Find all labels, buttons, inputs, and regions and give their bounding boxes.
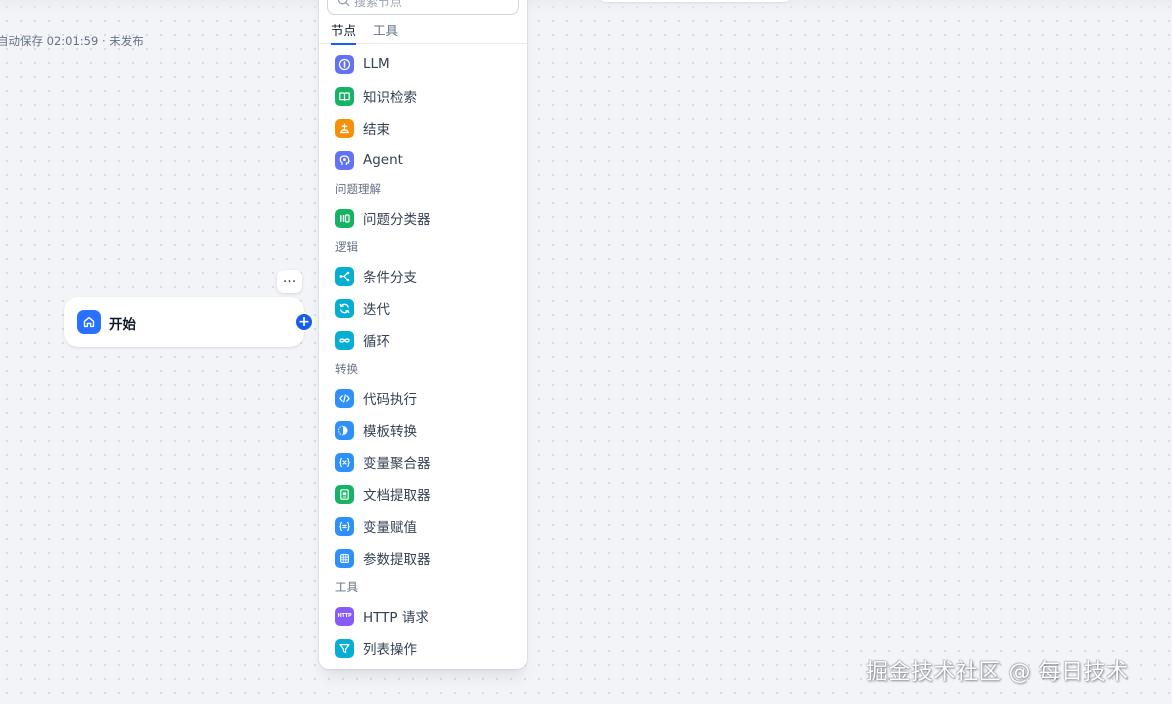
node-item-label: 参数提取器 bbox=[363, 552, 431, 568]
agent-icon bbox=[335, 150, 354, 170]
tab-nodes[interactable]: 节点 bbox=[331, 20, 357, 45]
node-item-template-transform[interactable]: 模板转换 bbox=[335, 419, 417, 441]
code-icon bbox=[335, 388, 354, 408]
section-title-question-understanding: 问题理解 bbox=[335, 182, 381, 196]
start-node[interactable]: 开始 bbox=[64, 297, 304, 347]
node-item-label: 问题分类器 bbox=[363, 212, 431, 228]
parameter-extractor-icon bbox=[335, 548, 354, 568]
top-toolbar bbox=[598, 0, 792, 2]
node-item-llm[interactable]: LLM bbox=[335, 53, 390, 75]
node-item-label: 变量聚合器 bbox=[363, 456, 431, 472]
node-item-label: 代码执行 bbox=[363, 392, 417, 408]
node-selector-panel: 节点 工具 LLM 知识检索 结束 Agent bbox=[319, 0, 527, 669]
node-item-label: 列表操作 bbox=[363, 642, 417, 658]
node-item-label: 变量赋值 bbox=[363, 520, 417, 536]
list-operator-icon bbox=[335, 638, 354, 658]
node-item-variable-assigner[interactable]: 变量赋值 bbox=[335, 515, 417, 537]
node-item-label: 条件分支 bbox=[363, 270, 417, 286]
node-item-iteration[interactable]: 迭代 bbox=[335, 297, 390, 319]
search-input[interactable] bbox=[354, 0, 504, 12]
end-icon bbox=[335, 118, 354, 138]
autosave-status: 自动保存 02:01:59 · 未发布 bbox=[0, 34, 144, 48]
search-icon bbox=[337, 0, 350, 10]
watermark: 掘金技术社区 @ 每日技术 bbox=[866, 660, 1129, 685]
section-title-logic: 逻辑 bbox=[335, 240, 358, 254]
http-request-icon: HTTP bbox=[335, 606, 354, 626]
node-item-end[interactable]: 结束 bbox=[335, 117, 390, 139]
node-item-list-operator[interactable]: 列表操作 bbox=[335, 637, 417, 659]
node-item-label: 模板转换 bbox=[363, 424, 417, 440]
node-item-label: 循环 bbox=[363, 334, 390, 350]
node-item-label: 迭代 bbox=[363, 302, 390, 318]
node-item-question-classifier[interactable]: 问题分类器 bbox=[335, 207, 431, 229]
node-item-code[interactable]: 代码执行 bbox=[335, 387, 417, 409]
loop-icon bbox=[335, 330, 354, 350]
node-item-label: 文档提取器 bbox=[363, 488, 431, 504]
node-more-button[interactable]: ··· bbox=[277, 270, 302, 293]
llm-icon bbox=[335, 54, 354, 74]
home-icon bbox=[77, 310, 101, 334]
node-item-http-request[interactable]: HTTP HTTP 请求 bbox=[335, 605, 429, 627]
start-node-label: 开始 bbox=[109, 317, 136, 333]
node-item-knowledge-retrieval[interactable]: 知识检索 bbox=[335, 85, 417, 107]
node-item-if-else[interactable]: 条件分支 bbox=[335, 265, 417, 287]
node-item-label: Agent bbox=[363, 152, 403, 168]
node-item-agent[interactable]: Agent bbox=[335, 149, 403, 171]
doc-extractor-icon bbox=[335, 484, 354, 504]
node-item-label: HTTP 请求 bbox=[363, 610, 429, 626]
if-else-icon bbox=[335, 266, 354, 286]
node-item-label: 知识检索 bbox=[363, 90, 417, 106]
node-item-parameter-extractor[interactable]: 参数提取器 bbox=[335, 547, 431, 569]
node-item-loop[interactable]: 循环 bbox=[335, 329, 390, 351]
node-item-label: LLM bbox=[363, 56, 390, 72]
variable-aggregator-icon bbox=[335, 452, 354, 472]
template-transform-icon bbox=[335, 420, 354, 440]
node-item-label: 结束 bbox=[363, 122, 390, 138]
add-node-button[interactable]: + bbox=[296, 314, 312, 330]
section-title-tools: 工具 bbox=[335, 580, 358, 594]
section-title-transform: 转换 bbox=[335, 362, 358, 376]
top-toolbar-strip bbox=[0, 0, 1172, 12]
iteration-icon bbox=[335, 298, 354, 318]
panel-tabs: 节点 工具 bbox=[319, 18, 527, 45]
node-item-doc-extractor[interactable]: 文档提取器 bbox=[335, 483, 431, 505]
tab-tools[interactable]: 工具 bbox=[373, 20, 398, 44]
node-item-variable-aggregator[interactable]: 变量聚合器 bbox=[335, 451, 431, 473]
variable-assigner-icon bbox=[335, 516, 354, 536]
search-box[interactable] bbox=[327, 0, 519, 15]
question-classifier-icon bbox=[335, 208, 354, 228]
knowledge-retrieval-icon bbox=[335, 86, 354, 106]
